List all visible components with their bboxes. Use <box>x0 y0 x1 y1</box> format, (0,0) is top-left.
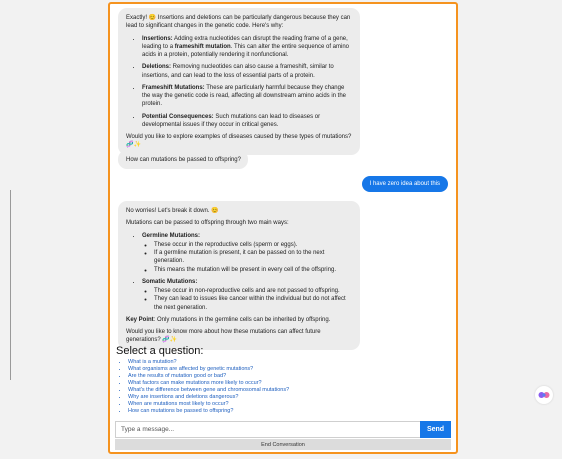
message-input[interactable] <box>115 421 420 438</box>
sub-list-item: These occur in the reproductive cells (s… <box>154 241 353 249</box>
list-item: Somatic Mutations: These occur in non-re… <box>142 278 353 312</box>
message-text: Would you like to explore examples of di… <box>126 134 352 149</box>
assistant-widget-icon[interactable] <box>535 386 553 404</box>
sub-list-item: These occur in non-reproductive cells an… <box>154 287 353 295</box>
user-message: I have zero idea about this <box>361 176 448 192</box>
question-link[interactable]: Are the results of mutation good or bad? <box>128 373 289 380</box>
question-link[interactable]: What organisms are affected by genetic m… <box>128 366 289 373</box>
list-item: Potential Consequences: Such mutations c… <box>142 113 353 130</box>
list-item: Deletions: Removing nucleotides can also… <box>142 63 353 80</box>
sub-list-item: This means the mutation will be present … <box>154 266 353 274</box>
bot-message: Exactly! 😊 Insertions and deletions can … <box>118 8 360 155</box>
question-link[interactable]: How can mutations be passed to offspring… <box>128 408 289 415</box>
sub-list: These occur in the reproductive cells (s… <box>142 241 353 274</box>
list-item: Germline Mutations: These occur in the r… <box>142 232 353 274</box>
bullet-list: Germline Mutations: These occur in the r… <box>126 232 353 312</box>
question-link[interactable]: What is a mutation? <box>128 359 289 366</box>
message-text: How can mutations be passed to offspring… <box>126 157 241 163</box>
message-text: Mutations can be passed to offspring thr… <box>126 220 289 227</box>
sub-list: These occur in non-reproductive cells an… <box>142 287 353 312</box>
message-text: No worries! Let's break it down. 😊 <box>126 208 219 214</box>
send-button[interactable]: Send <box>420 421 451 438</box>
left-divider <box>10 190 11 380</box>
question-link[interactable]: What factors can make mutations more lik… <box>128 380 289 387</box>
sub-list-item: If a germline mutation is present, it ca… <box>154 249 353 266</box>
bullet-list: Insertions: Adding extra nucleotides can… <box>126 35 353 130</box>
sub-list-item: They can lead to issues like cancer with… <box>154 295 353 312</box>
list-item: Insertions: Adding extra nucleotides can… <box>142 35 353 60</box>
question-link[interactable]: What's the difference between gene and c… <box>128 387 289 394</box>
message-text: I have zero idea about this <box>369 181 440 187</box>
message-text: Key Point: Only mutations in the germlin… <box>126 316 331 323</box>
bot-message: How can mutations be passed to offspring… <box>118 150 248 170</box>
question-list: What is a mutation? What organisms are a… <box>120 359 289 415</box>
message-text: Exactly! 😊 Insertions and deletions can … <box>126 15 351 30</box>
message-text: Would you like to know more about how th… <box>126 329 321 344</box>
end-conversation-button[interactable]: End Conversation <box>115 439 451 450</box>
message-composer: Send <box>115 421 451 438</box>
chat-panel: Exactly! 😊 Insertions and deletions can … <box>108 2 458 454</box>
question-section-title: Select a question: <box>116 345 204 357</box>
list-item: Frameshift Mutations: These are particul… <box>142 84 353 109</box>
bot-message: No worries! Let's break it down. 😊 Mutat… <box>118 201 360 350</box>
question-link[interactable]: When are mutations most likely to occur? <box>128 401 289 408</box>
question-link[interactable]: Why are insertions and deletions dangero… <box>128 394 289 401</box>
